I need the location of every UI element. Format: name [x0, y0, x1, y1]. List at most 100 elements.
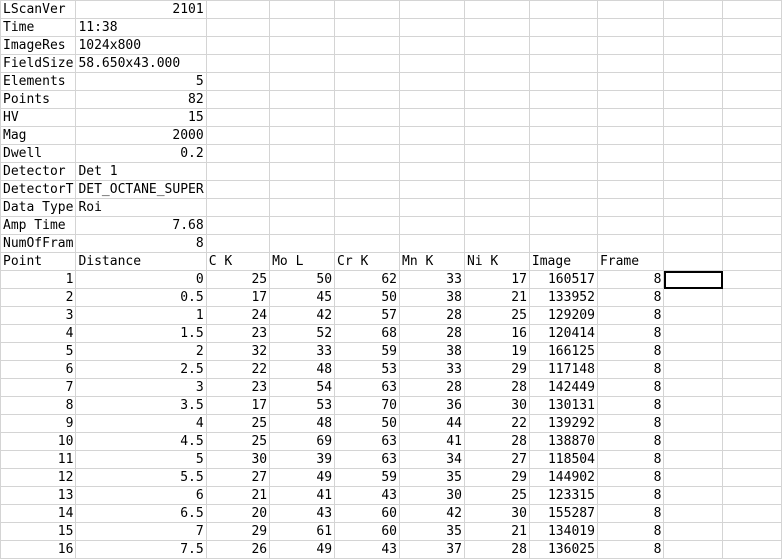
- data-cell[interactable]: 42: [269, 306, 336, 325]
- empty-cell[interactable]: [269, 0, 336, 19]
- data-cell[interactable]: 0.5: [75, 288, 207, 307]
- empty-cell[interactable]: [722, 306, 782, 325]
- empty-cell[interactable]: [205, 198, 271, 217]
- data-cell[interactable]: 10: [0, 432, 77, 451]
- data-cell[interactable]: 33: [399, 270, 465, 289]
- empty-cell[interactable]: [722, 450, 782, 469]
- data-cell[interactable]: 142449: [528, 378, 598, 397]
- data-cell[interactable]: 13: [0, 486, 77, 505]
- data-cell[interactable]: 50: [334, 414, 400, 433]
- empty-cell[interactable]: [399, 144, 465, 163]
- empty-cell[interactable]: [399, 90, 465, 109]
- data-cell[interactable]: 29: [205, 522, 271, 541]
- empty-cell[interactable]: [663, 432, 724, 451]
- data-cell[interactable]: 30: [205, 450, 271, 469]
- data-cell[interactable]: 7.5: [75, 540, 207, 559]
- data-cell[interactable]: 21: [463, 522, 530, 541]
- data-cell[interactable]: 35: [399, 468, 465, 487]
- data-cell[interactable]: 6.5: [75, 504, 207, 523]
- empty-cell[interactable]: [663, 72, 724, 91]
- empty-cell[interactable]: [722, 396, 782, 415]
- empty-cell[interactable]: [596, 144, 665, 163]
- empty-cell[interactable]: [663, 216, 724, 235]
- data-cell[interactable]: 139292: [528, 414, 598, 433]
- empty-cell[interactable]: [722, 252, 782, 271]
- data-cell[interactable]: 28: [399, 378, 465, 397]
- data-cell[interactable]: 29: [463, 360, 530, 379]
- empty-cell[interactable]: [722, 234, 782, 253]
- data-cell[interactable]: 27: [205, 468, 271, 487]
- empty-cell[interactable]: [722, 54, 782, 73]
- meta-value-cell[interactable]: 8: [75, 234, 207, 253]
- empty-cell[interactable]: [722, 180, 782, 199]
- data-cell[interactable]: 20: [205, 504, 271, 523]
- empty-cell[interactable]: [663, 504, 724, 523]
- empty-cell[interactable]: [663, 540, 724, 559]
- data-cell[interactable]: 2.5: [75, 360, 207, 379]
- empty-cell[interactable]: [269, 144, 336, 163]
- data-cell[interactable]: 8: [596, 288, 665, 307]
- empty-cell[interactable]: [463, 36, 530, 55]
- empty-cell[interactable]: [463, 72, 530, 91]
- data-cell[interactable]: 28: [399, 306, 465, 325]
- data-cell[interactable]: 63: [334, 432, 400, 451]
- meta-key-cell[interactable]: HV: [0, 108, 77, 127]
- data-cell[interactable]: 2: [75, 342, 207, 361]
- data-cell[interactable]: 23: [205, 324, 271, 343]
- data-cell[interactable]: 8: [596, 324, 665, 343]
- empty-cell[interactable]: [663, 252, 724, 271]
- data-cell[interactable]: 8: [596, 378, 665, 397]
- data-cell[interactable]: 5: [0, 342, 77, 361]
- data-cell[interactable]: 63: [334, 450, 400, 469]
- data-cell[interactable]: 2: [0, 288, 77, 307]
- data-cell[interactable]: 8: [596, 396, 665, 415]
- data-cell[interactable]: 35: [399, 522, 465, 541]
- empty-cell[interactable]: [528, 90, 598, 109]
- meta-key-cell[interactable]: Mag: [0, 126, 77, 145]
- empty-cell[interactable]: [722, 324, 782, 343]
- data-cell[interactable]: 129209: [528, 306, 598, 325]
- data-cell[interactable]: 1: [0, 270, 77, 289]
- empty-cell[interactable]: [663, 414, 724, 433]
- empty-cell[interactable]: [205, 18, 271, 37]
- data-cell[interactable]: 1: [75, 306, 207, 325]
- empty-cell[interactable]: [205, 162, 271, 181]
- empty-cell[interactable]: [663, 450, 724, 469]
- empty-cell[interactable]: [334, 36, 400, 55]
- meta-key-cell[interactable]: FieldSize: [0, 54, 77, 73]
- empty-cell[interactable]: [596, 162, 665, 181]
- empty-cell[interactable]: [334, 180, 400, 199]
- data-cell[interactable]: 4: [0, 324, 77, 343]
- data-cell[interactable]: 8: [596, 504, 665, 523]
- data-cell[interactable]: 5.5: [75, 468, 207, 487]
- column-header-cell[interactable]: Frame: [596, 252, 665, 271]
- data-cell[interactable]: 61: [269, 522, 336, 541]
- empty-cell[interactable]: [463, 144, 530, 163]
- empty-cell[interactable]: [663, 342, 724, 361]
- data-cell[interactable]: 17: [463, 270, 530, 289]
- data-cell[interactable]: 21: [205, 486, 271, 505]
- empty-cell[interactable]: [463, 18, 530, 37]
- data-cell[interactable]: 33: [399, 360, 465, 379]
- data-cell[interactable]: 134019: [528, 522, 598, 541]
- meta-key-cell[interactable]: Detector: [0, 162, 77, 181]
- empty-cell[interactable]: [528, 234, 598, 253]
- empty-cell[interactable]: [399, 36, 465, 55]
- data-cell[interactable]: 69: [269, 432, 336, 451]
- data-cell[interactable]: 30: [399, 486, 465, 505]
- empty-cell[interactable]: [205, 54, 271, 73]
- data-cell[interactable]: 42: [399, 504, 465, 523]
- empty-cell[interactable]: [663, 324, 724, 343]
- data-cell[interactable]: 44: [399, 414, 465, 433]
- empty-cell[interactable]: [334, 18, 400, 37]
- empty-cell[interactable]: [596, 180, 665, 199]
- column-header-cell[interactable]: Distance: [75, 252, 207, 271]
- data-cell[interactable]: 123315: [528, 486, 598, 505]
- empty-cell[interactable]: [269, 198, 336, 217]
- data-cell[interactable]: 9: [0, 414, 77, 433]
- empty-cell[interactable]: [722, 414, 782, 433]
- meta-value-cell[interactable]: DET_OCTANE_SUPER: [75, 180, 207, 199]
- data-cell[interactable]: 59: [334, 468, 400, 487]
- data-cell[interactable]: 43: [269, 504, 336, 523]
- data-cell[interactable]: 63: [334, 378, 400, 397]
